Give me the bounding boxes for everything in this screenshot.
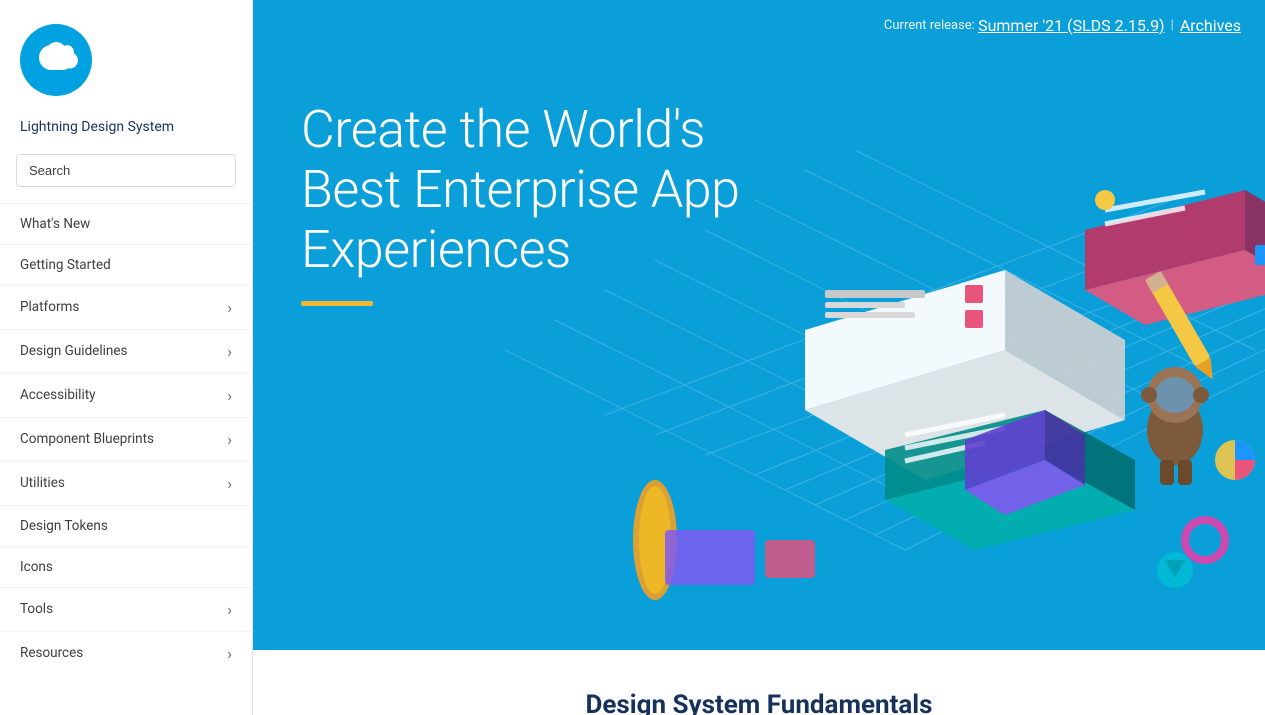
sidebar-item-whats-new[interactable]: What's New [0, 203, 252, 244]
hero-title: Create the World's Best Enterprise App E… [301, 100, 821, 279]
sidebar-item-component-blueprints[interactable]: Component Blueprints› [0, 417, 252, 461]
release-link[interactable]: Summer '21 (SLDS 2.15.9) [978, 16, 1165, 35]
chevron-right-icon: › [227, 386, 232, 405]
salesforce-logo-svg [30, 42, 82, 78]
nav-item-label: Design Guidelines [20, 343, 227, 359]
sidebar-nav: What's NewGetting StartedPlatforms›Desig… [0, 203, 252, 675]
bottom-title: Design System Fundamentals [301, 690, 1217, 715]
sidebar-item-design-tokens[interactable]: Design Tokens [0, 505, 252, 546]
nav-item-label: Accessibility [20, 387, 227, 403]
sidebar-item-accessibility[interactable]: Accessibility› [0, 373, 252, 417]
sidebar-item-design-guidelines[interactable]: Design Guidelines› [0, 329, 252, 373]
main-content: Current release: Summer '21 (SLDS 2.15.9… [253, 0, 1265, 715]
sidebar-item-tools[interactable]: Tools› [0, 587, 252, 631]
nav-item-label: Icons [20, 559, 232, 575]
sidebar-title: Lightning Design System [0, 118, 252, 154]
chevron-right-icon: › [227, 298, 232, 317]
chevron-right-icon: › [227, 342, 232, 361]
nav-item-label: Design Tokens [20, 518, 232, 534]
nav-item-label: Utilities [20, 475, 227, 491]
sidebar-item-platforms[interactable]: Platforms› [0, 285, 252, 329]
chevron-right-icon: › [227, 474, 232, 493]
top-bar: Current release: Summer '21 (SLDS 2.15.9… [506, 0, 1265, 51]
sidebar-item-icons[interactable]: Icons [0, 546, 252, 587]
chevron-right-icon: › [227, 430, 232, 449]
archives-link[interactable]: Archives [1180, 16, 1241, 35]
sidebar-item-resources[interactable]: Resources› [0, 631, 252, 675]
nav-item-label: Component Blueprints [20, 431, 227, 447]
hero-underline [301, 301, 373, 306]
nav-item-label: Tools [20, 601, 227, 617]
chevron-right-icon: › [227, 644, 232, 663]
nav-item-label: What's New [20, 216, 232, 232]
sidebar-item-utilities[interactable]: Utilities› [0, 461, 252, 505]
hero-content: Create the World's Best Enterprise App E… [253, 52, 1265, 306]
nav-item-label: Getting Started [20, 257, 232, 273]
sidebar-item-getting-started[interactable]: Getting Started [0, 244, 252, 285]
separator: | [1171, 18, 1174, 33]
sidebar: Lightning Design System What's New Gettin… [0, 0, 253, 715]
search-input[interactable] [16, 154, 236, 187]
current-release-label: Current release: [884, 18, 975, 33]
chevron-right-icon: › [227, 600, 232, 619]
search-container[interactable] [0, 154, 252, 203]
nav-item-label: Resources [20, 645, 227, 661]
logo-area [0, 0, 252, 118]
salesforce-logo [20, 24, 92, 96]
bottom-section: Design System Fundamentals [253, 650, 1265, 715]
nav-item-label: Platforms [20, 299, 227, 315]
hero-section: Current release: Summer '21 (SLDS 2.15.9… [253, 0, 1265, 650]
